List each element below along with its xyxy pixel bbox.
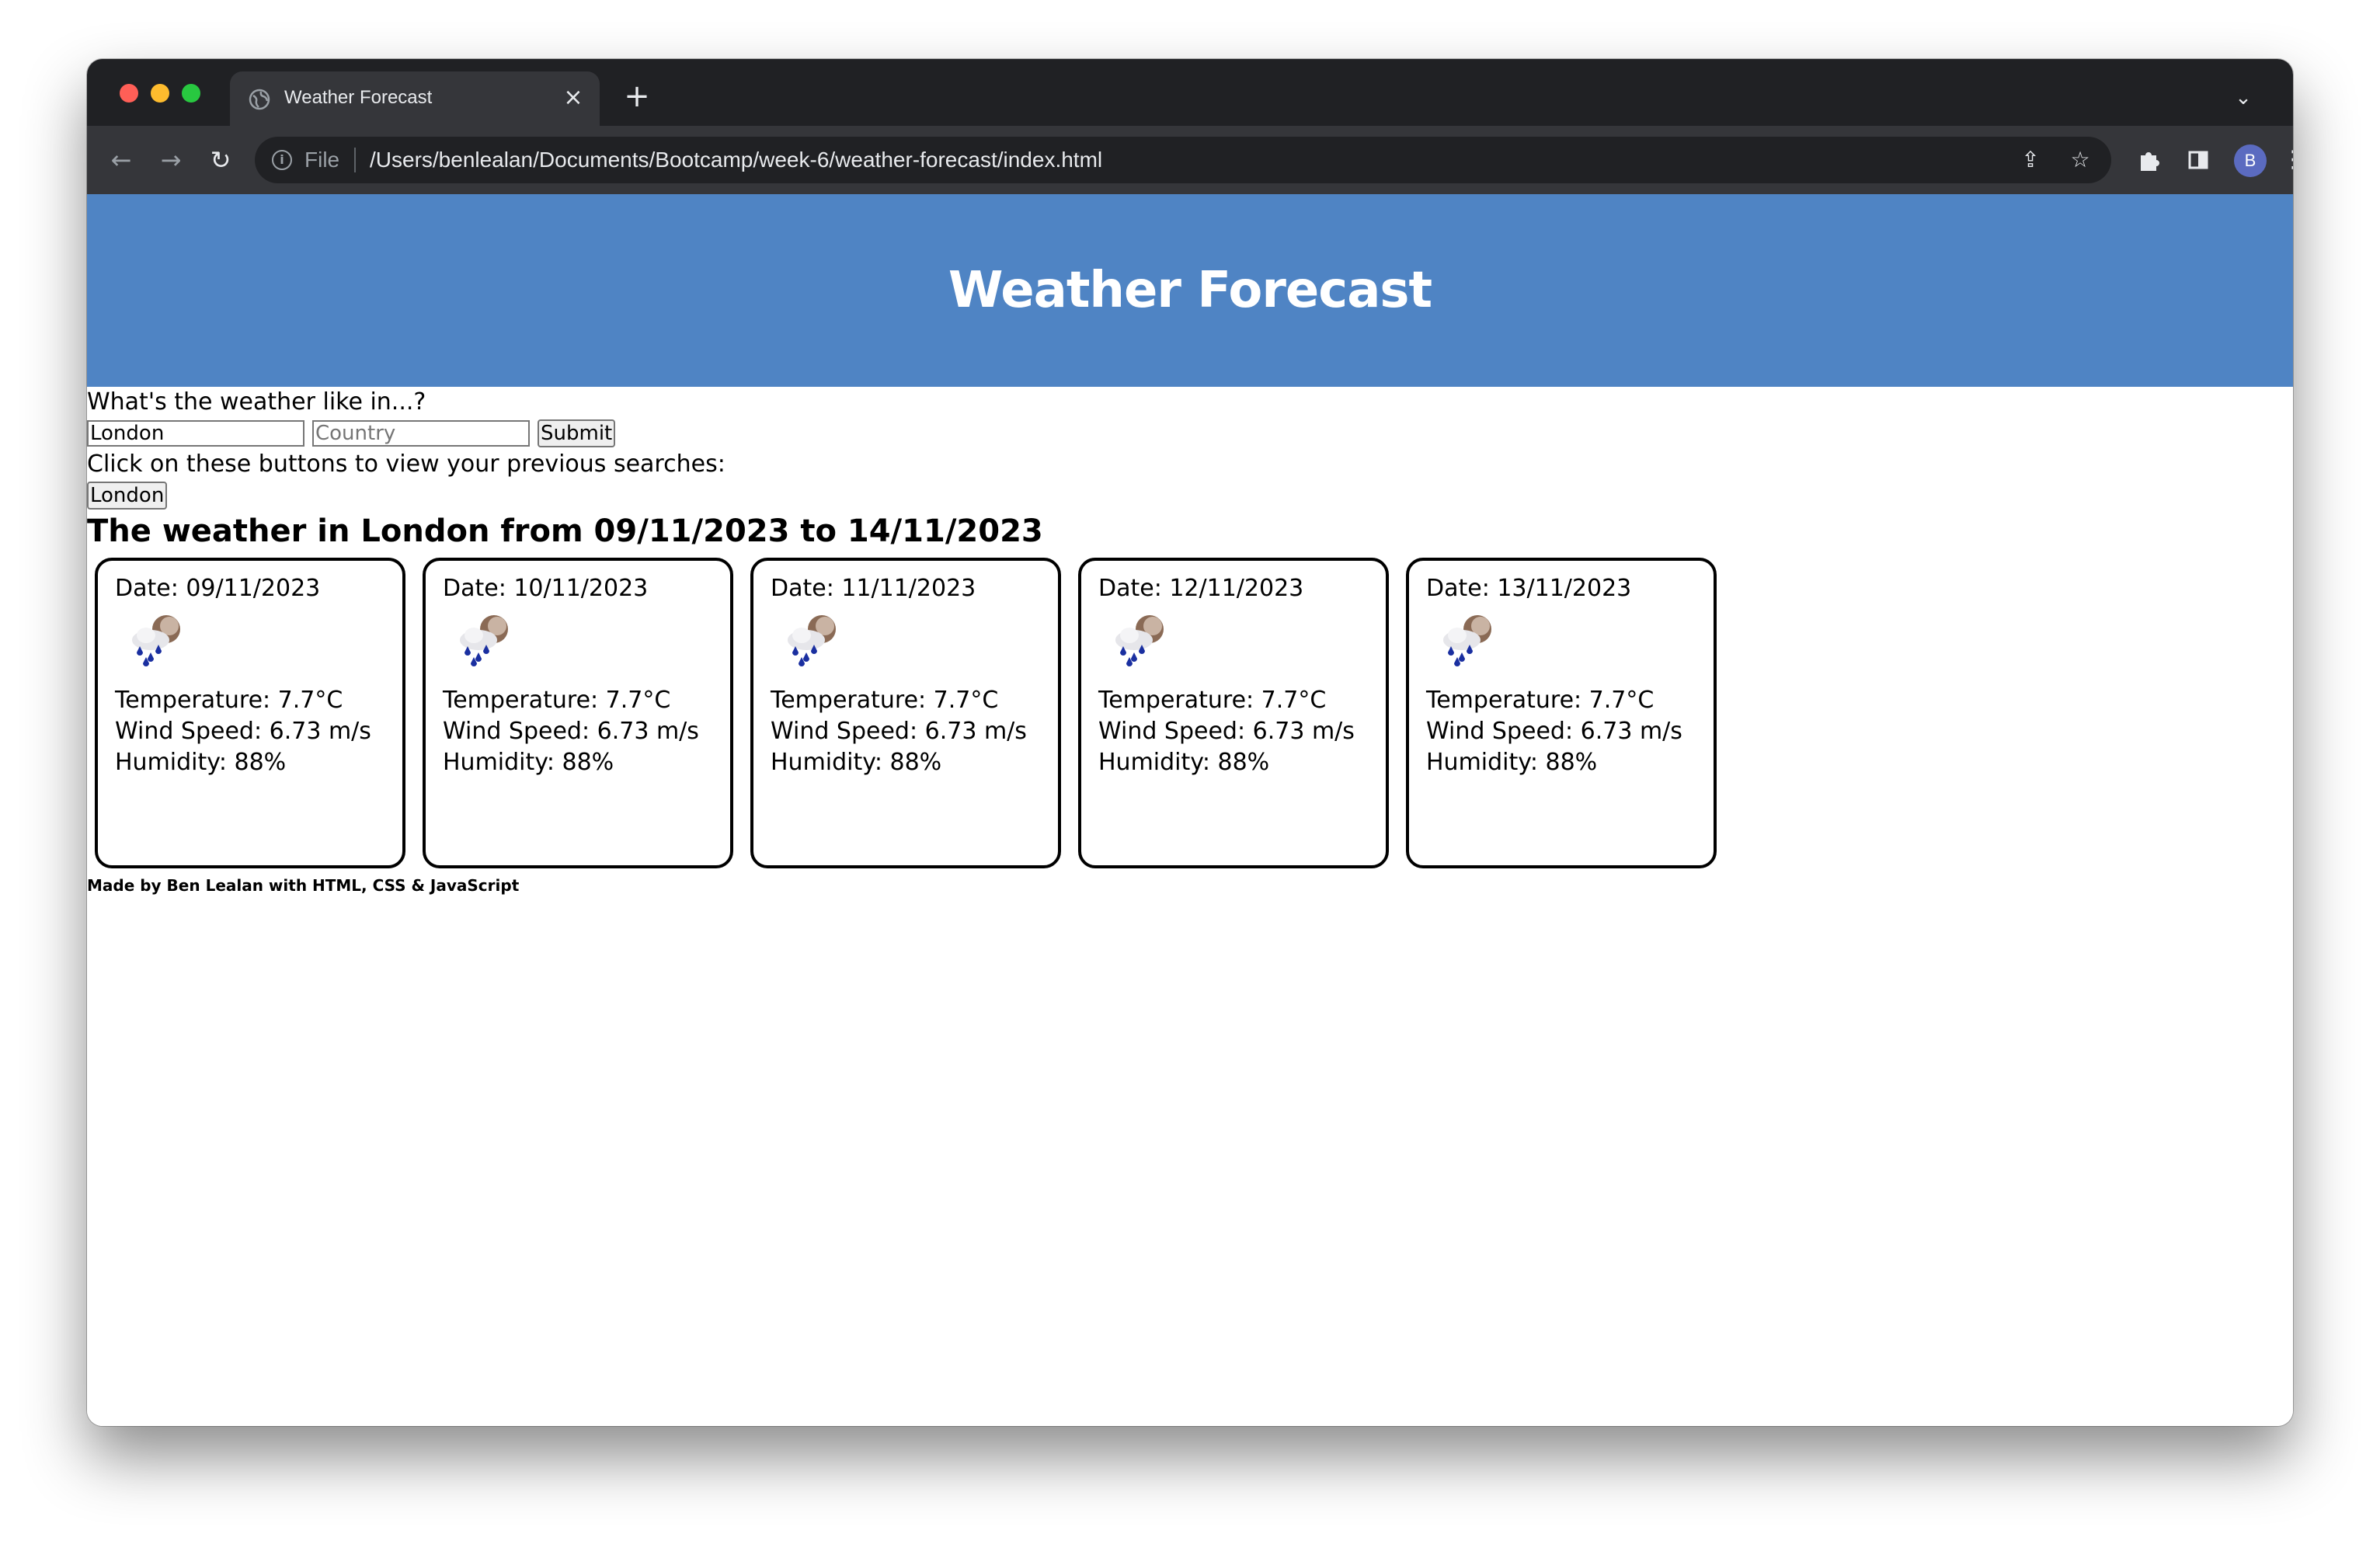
browser-window: Weather Forecast × + ⌄ ← → ↻ i File /Use… [87, 59, 2293, 1426]
forecast-card: Date: 10/11/2023 Temperature: 7.7°C Wind… [423, 558, 733, 868]
country-input[interactable] [312, 420, 530, 447]
card-date: Date: 09/11/2023 [115, 575, 321, 602]
file-scheme-label: File [304, 148, 340, 172]
history-prompt: Click on these buttons to view your prev… [87, 450, 725, 478]
city-input[interactable] [87, 420, 304, 447]
forecast-card: Date: 12/11/2023 Temperature: 7.7°C Wind… [1078, 558, 1389, 868]
browser-tab[interactable]: Weather Forecast × [230, 71, 600, 126]
bookmark-star-icon[interactable]: ☆ [2066, 146, 2094, 174]
main-content: What's the weather like in...? Submit Cl… [87, 387, 2293, 895]
card-wind-speed: Wind Speed: 6.73 m/s [115, 718, 371, 745]
card-wind-speed: Wind Speed: 6.73 m/s [443, 718, 699, 745]
card-humidity: Humidity: 88% [771, 749, 942, 776]
back-arrow-icon[interactable]: ← [104, 143, 138, 177]
card-temperature: Temperature: 7.7°C [1098, 687, 1327, 714]
card-date: Date: 10/11/2023 [443, 575, 649, 602]
card-wind-speed: Wind Speed: 6.73 m/s [1098, 718, 1355, 745]
forecast-card: Date: 11/11/2023 Temperature: 7.7°C Wind… [750, 558, 1061, 868]
rain-cloud-icon [132, 615, 180, 666]
search-prompt: What's the weather like in...? [87, 388, 426, 416]
card-wind-speed: Wind Speed: 6.73 m/s [771, 718, 1027, 745]
rain-cloud-icon [460, 615, 508, 666]
card-temperature: Temperature: 7.7°C [443, 687, 671, 714]
card-humidity: Humidity: 88% [443, 749, 614, 776]
forecast-cards: Date: 09/11/2023 Temperature: 7.7°C Wind… [95, 558, 2293, 868]
page-header: Weather Forecast [87, 194, 2293, 387]
side-panel-icon[interactable] [2181, 143, 2215, 177]
card-humidity: Humidity: 88% [115, 749, 287, 776]
card-date: Date: 13/11/2023 [1426, 575, 1632, 602]
card-wind-speed: Wind Speed: 6.73 m/s [1426, 718, 1682, 745]
close-tab-icon[interactable]: × [561, 85, 586, 110]
forecast-card: Date: 09/11/2023 Temperature: 7.7°C Wind… [95, 558, 405, 868]
rain-cloud-icon [788, 615, 836, 666]
rain-cloud-icon [1115, 615, 1164, 666]
close-window-button[interactable] [120, 84, 138, 103]
browser-toolbar: ← → ↻ i File /Users/benlealan/Documents/… [87, 126, 2293, 194]
card-temperature: Temperature: 7.7°C [115, 687, 343, 714]
more-menu-icon[interactable]: ⋮ [2276, 143, 2293, 177]
reload-icon[interactable]: ↻ [204, 143, 238, 177]
rain-cloud-icon [1443, 615, 1491, 666]
search-form: Submit [87, 418, 2293, 449]
history-button-london[interactable]: London [87, 482, 168, 510]
submit-button[interactable]: Submit [538, 419, 616, 447]
forward-arrow-icon[interactable]: → [154, 143, 188, 177]
card-humidity: Humidity: 88% [1098, 749, 1270, 776]
extensions-puzzle-icon[interactable] [2131, 143, 2166, 177]
url-text[interactable]: /Users/benlealan/Documents/Bootcamp/week… [370, 146, 1102, 174]
results-title: The weather in London from 09/11/2023 to… [87, 513, 1043, 549]
profile-avatar[interactable]: B [2234, 144, 2267, 177]
page-footer: Made by Ben Lealan with HTML, CSS & Java… [87, 876, 520, 895]
card-temperature: Temperature: 7.7°C [771, 687, 999, 714]
history-buttons: London [87, 480, 2293, 511]
new-tab-icon[interactable]: + [621, 81, 652, 113]
card-date: Date: 12/11/2023 [1098, 575, 1304, 602]
globe-icon [249, 89, 270, 110]
card-temperature: Temperature: 7.7°C [1426, 687, 1655, 714]
info-icon[interactable]: i [272, 150, 292, 170]
card-humidity: Humidity: 88% [1426, 749, 1598, 776]
address-bar[interactable]: i File /Users/benlealan/Documents/Bootca… [255, 137, 2111, 183]
page-title: Weather Forecast [948, 262, 1432, 319]
card-date: Date: 11/11/2023 [771, 575, 976, 602]
minimize-window-button[interactable] [151, 84, 169, 103]
title-bar: Weather Forecast × + ⌄ [87, 59, 2293, 126]
forecast-card: Date: 13/11/2023 Temperature: 7.7°C Wind… [1406, 558, 1717, 868]
address-divider [354, 148, 356, 172]
page-viewport: Weather Forecast What's the weather like… [87, 194, 2293, 1426]
tab-title: Weather Forecast [284, 87, 433, 108]
share-icon[interactable]: ⇪ [2016, 146, 2044, 174]
zoom-window-button[interactable] [182, 84, 200, 103]
tab-search-chevron-icon[interactable]: ⌄ [2228, 82, 2259, 113]
